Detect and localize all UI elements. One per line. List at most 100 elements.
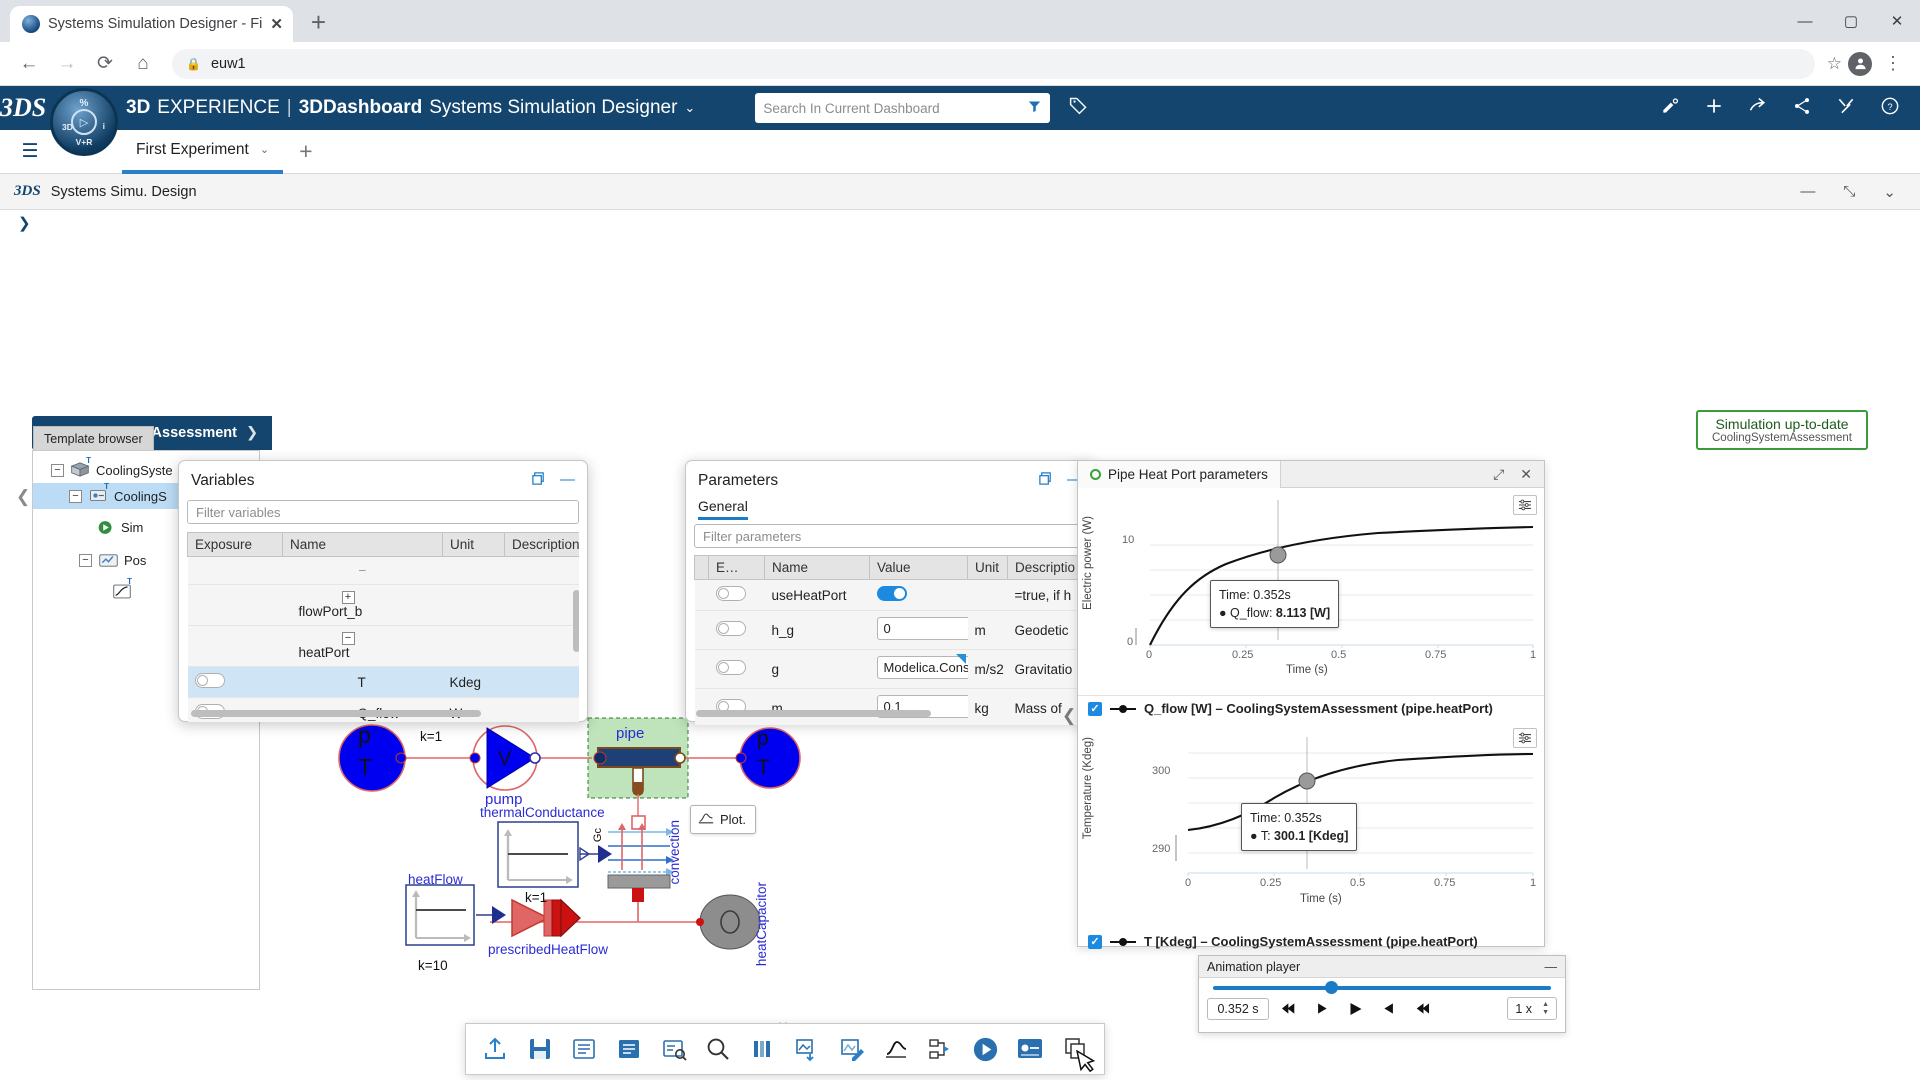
exposure-toggle[interactable] [194, 673, 225, 688]
table-row[interactable]: g Modelica.Cons m/s2 Gravitatio [694, 649, 1086, 689]
template-browser-tab[interactable]: Template browser [33, 426, 154, 450]
table-row[interactable]: m 0.1 kg Mass of [694, 688, 1086, 725]
profile-avatar[interactable] [1848, 51, 1872, 76]
expander-icon[interactable]: − [341, 632, 355, 645]
chart1-legend[interactable]: ✓ Q_flow [W] – CoolingSystemAssessment (… [1078, 696, 1544, 721]
chevron-down-icon[interactable]: ⌄ [1883, 183, 1896, 201]
tag-icon[interactable] [1068, 95, 1089, 122]
animation-progress-slider[interactable] [1213, 981, 1551, 994]
step-forward-button[interactable] [1374, 998, 1405, 1020]
chart2-legend[interactable]: ✓ T [Kdeg] – CoolingSystemAssessment (pi… [1078, 929, 1544, 954]
browser-menu-icon[interactable]: ⋮ [1878, 53, 1908, 74]
stepper-arrows-icon[interactable]: ▲ ▼ [1542, 1001, 1549, 1016]
minimize-icon[interactable]: — [1545, 960, 1558, 974]
table-row[interactable]: − heatPort [187, 625, 579, 667]
expander-icon[interactable]: − [79, 553, 92, 567]
address-bar[interactable]: 🔒 euw1 [172, 48, 1815, 79]
collapse-results-icon[interactable]: ❮ [1062, 706, 1076, 726]
exposure-toggle[interactable] [715, 621, 746, 636]
window-close-icon[interactable]: ✕ [1874, 0, 1920, 42]
minimize-icon[interactable]: — [1782, 0, 1828, 42]
tab-general[interactable]: General [686, 496, 760, 520]
parameters-horizontal-scrollbar[interactable] [696, 710, 931, 717]
parameters-dialog[interactable]: Parameters — General Filter parameters E… [685, 460, 1095, 725]
zoom-button[interactable] [697, 1028, 740, 1070]
value-input[interactable]: Modelica.Cons [876, 656, 968, 679]
column-value[interactable]: Value [869, 555, 968, 580]
back-icon[interactable]: ← [12, 47, 46, 81]
skip-to-end-button[interactable] [1408, 998, 1439, 1020]
chart-temperature[interactable]: Temperature (Kdeg) 300 290 0 0.25 0.5 0.… [1078, 721, 1544, 929]
tools-icon[interactable] [1836, 96, 1856, 121]
column-description[interactable]: Description [504, 532, 579, 557]
search-input[interactable]: Search In Current Dashboard [755, 93, 1051, 123]
bookmark-star-icon[interactable]: ☆ [1827, 54, 1842, 74]
skip-to-start-button[interactable] [1272, 998, 1303, 1020]
column-unit[interactable]: Unit [442, 532, 505, 557]
home-icon[interactable]: ⌂ [126, 47, 160, 81]
value-input[interactable]: 0 [876, 617, 968, 640]
playback-speed-stepper[interactable]: 1 x ▲ ▼ [1507, 997, 1557, 1021]
minimize-icon[interactable]: — [560, 471, 575, 490]
add-experiment-button[interactable]: + [299, 138, 312, 165]
simulate-button[interactable] [1009, 1028, 1052, 1070]
list-button[interactable] [563, 1028, 606, 1070]
run-button[interactable] [964, 1028, 1007, 1070]
library-button[interactable] [741, 1028, 784, 1070]
play-button[interactable] [1340, 998, 1371, 1020]
tab-first-experiment[interactable]: First Experiment ⌄ [122, 130, 284, 174]
chart-q-flow[interactable]: Electric power (W) 10 0 0 0.25 0.5 0.75 … [1078, 488, 1544, 696]
expand-right-icon[interactable]: ❯ [18, 214, 31, 232]
expander-icon[interactable]: − [51, 463, 64, 477]
save-button[interactable] [519, 1028, 562, 1070]
plot-tooltip-button[interactable]: Plot. [690, 805, 757, 834]
connections-button[interactable] [920, 1028, 963, 1070]
pen-icon[interactable] [1660, 96, 1680, 121]
expander-icon[interactable]: − [69, 489, 82, 503]
legend-checkbox[interactable]: ✓ [1088, 701, 1102, 716]
expander-icon[interactable]: + [341, 591, 355, 604]
import-model-button[interactable] [786, 1028, 829, 1070]
plus-icon[interactable] [1704, 96, 1724, 121]
table-row[interactable]: T Kdeg [187, 666, 579, 698]
new-tab-button[interactable]: + [311, 7, 326, 38]
table-row[interactable]: + flowPort_b [187, 584, 579, 626]
column-exposure[interactable]: E… [708, 555, 765, 580]
table-row[interactable]: useHeatPort =true, if h [694, 579, 1086, 611]
filter-variables-input[interactable]: Filter variables [187, 500, 579, 524]
inspect-button[interactable] [652, 1028, 695, 1070]
column-exposure[interactable]: Exposure [187, 532, 283, 557]
brand-title[interactable]: 3D EXPERIENCE | 3DDashboard Systems Simul… [126, 97, 695, 119]
table-row[interactable]: h_g 0 m Geodetic [694, 610, 1086, 650]
variables-horizontal-scrollbar[interactable] [191, 710, 481, 717]
legend-checkbox[interactable]: ✓ [1088, 934, 1102, 949]
close-icon[interactable]: ✕ [1520, 466, 1532, 483]
hamburger-icon[interactable]: ☰ [8, 140, 52, 163]
filter-icon[interactable] [1027, 99, 1042, 117]
filter-parameters-input[interactable]: Filter parameters [694, 524, 1086, 548]
exposure-toggle[interactable] [715, 660, 746, 675]
column-name[interactable]: Name [282, 532, 443, 557]
forward-icon[interactable]: → [50, 47, 84, 81]
restore-icon[interactable] [531, 471, 546, 490]
browser-tab[interactable]: Systems Simulation Designer - Fi ✕ [10, 6, 293, 42]
expand-icon[interactable]: ⤢ [1493, 466, 1504, 483]
variables-dialog[interactable]: Variables — Filter variables Exposure Na… [178, 460, 588, 722]
collapse-left-icon[interactable]: ❮ [16, 487, 30, 507]
step-back-button[interactable] [1306, 998, 1337, 1020]
collapse-icon[interactable]: ⤡ [1843, 183, 1855, 201]
details-button[interactable] [608, 1028, 651, 1070]
close-icon[interactable]: ✕ [270, 15, 283, 33]
export-button[interactable] [474, 1028, 517, 1070]
animation-player[interactable]: Animation player — 0.352 s 1 x ▲ ▼ [1198, 955, 1566, 1033]
exposure-toggle[interactable] [715, 586, 746, 601]
current-time-field[interactable]: 0.352 s [1207, 997, 1269, 1020]
share-nodes-icon[interactable] [1792, 96, 1812, 121]
column-description[interactable]: Descriptio [1007, 555, 1086, 580]
minimize-icon[interactable]: — [1800, 183, 1815, 201]
column-name[interactable]: Name [764, 555, 870, 580]
dassault-logo[interactable]: 3DS [0, 93, 46, 123]
variables-vertical-scrollbar[interactable] [573, 590, 579, 652]
restore-icon[interactable] [1038, 471, 1053, 490]
chevron-down-icon[interactable]: ⌄ [260, 143, 269, 156]
